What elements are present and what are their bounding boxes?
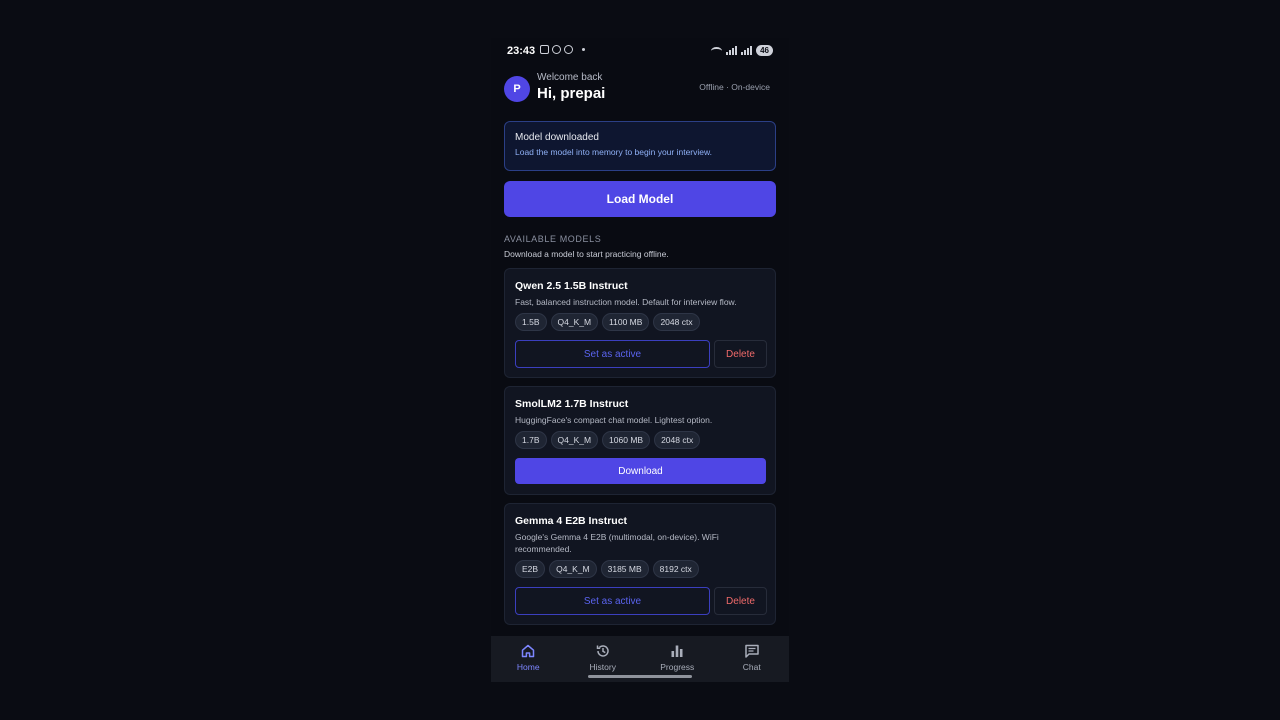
notice-subtitle: Load the model into memory to begin your… — [515, 147, 713, 157]
chip-quant: Q4_K_M — [550, 431, 599, 449]
chip-size: 3185 MB — [600, 560, 649, 578]
nav-label: Progress — [660, 662, 695, 672]
bar-chart-icon — [671, 645, 683, 657]
model-card-qwen: Qwen 2.5 1.5B Instruct Fast, balanced in… — [504, 268, 776, 378]
chip-context: 8192 ctx — [652, 560, 699, 578]
battery-icon: 46 — [756, 45, 773, 56]
load-model-button[interactable]: Load Model — [504, 181, 776, 217]
model-name: Gemma 4 E2B Instruct — [515, 515, 628, 527]
header: P Welcome back Hi, prepai Offline · On-d… — [504, 72, 776, 108]
chip-quant: Q4_K_M — [550, 313, 599, 331]
signal-icon-2 — [741, 46, 753, 55]
wifi-icon — [711, 46, 723, 55]
nav-chat[interactable]: Chat — [715, 636, 790, 682]
system-icons: 46 — [711, 45, 773, 56]
model-description: HuggingFace's compact chat model. Lighte… — [515, 415, 713, 425]
nav-label: Chat — [742, 662, 761, 672]
model-name: SmolLM2 1.7B Instruct — [515, 398, 629, 410]
chip-context: 2048 ctx — [653, 313, 700, 331]
section-subtitle: Download a model to start practicing off… — [504, 249, 669, 259]
set-active-button[interactable]: Set as active — [515, 587, 710, 615]
model-chips: 1.5B Q4_K_M 1100 MB 2048 ctx — [515, 313, 700, 331]
download-button[interactable]: Download — [515, 458, 766, 484]
more-notifications-icon — [582, 48, 585, 51]
model-card-gemma: Gemma 4 E2B Instruct Google's Gemma 4 E2… — [504, 503, 776, 625]
model-description: Fast, balanced instruction model. Defaul… — [515, 297, 737, 307]
phone-screen: 23:43 46 P Welcome back Hi, prepai Offli… — [491, 38, 789, 682]
welcome-text: Welcome back — [537, 72, 603, 83]
chip-context: 2048 ctx — [654, 431, 701, 449]
history-icon — [596, 645, 609, 657]
nav-home[interactable]: Home — [491, 636, 566, 682]
instagram-icon — [552, 45, 561, 54]
notification-icons — [540, 45, 585, 54]
signal-icon — [726, 46, 738, 55]
model-chips: 1.7B Q4_K_M 1060 MB 2048 ctx — [515, 431, 701, 449]
chip-params: 1.7B — [515, 431, 547, 449]
screenshot-icon — [540, 45, 549, 54]
avatar[interactable]: P — [504, 76, 530, 102]
notice-title: Model downloaded — [515, 132, 599, 143]
delete-button[interactable]: Delete — [714, 587, 767, 615]
model-description: Google's Gemma 4 E2B (multimodal, on-dev… — [515, 532, 719, 554]
page-title: Hi, prepai — [537, 85, 606, 102]
chip-size: 1060 MB — [602, 431, 651, 449]
chip-params: 1.5B — [515, 313, 547, 331]
nav-label: Home — [516, 662, 540, 672]
status-bar: 23:43 46 — [491, 38, 789, 64]
chat-icon — [745, 644, 759, 658]
chip-params: E2B — [515, 560, 546, 578]
delete-button[interactable]: Delete — [714, 340, 767, 368]
set-active-button[interactable]: Set as active — [515, 340, 710, 368]
section-title: AVAILABLE MODELS — [504, 234, 602, 244]
mode-status: Offline · On-device — [699, 82, 770, 92]
home-icon — [522, 644, 535, 658]
app-notification-icon — [564, 45, 573, 54]
chip-size: 1100 MB — [602, 313, 650, 331]
model-chips: E2B Q4_K_M 3185 MB 8192 ctx — [515, 560, 699, 578]
status-time: 23:43 — [507, 45, 536, 57]
chip-quant: Q4_K_M — [549, 560, 597, 578]
home-indicator[interactable] — [588, 675, 692, 678]
model-downloaded-notice: Model downloaded Load the model into mem… — [504, 121, 776, 171]
model-name: Qwen 2.5 1.5B Instruct — [515, 280, 628, 292]
nav-label: History — [589, 662, 616, 672]
model-card-smollm: SmolLM2 1.7B Instruct HuggingFace's comp… — [504, 386, 776, 495]
